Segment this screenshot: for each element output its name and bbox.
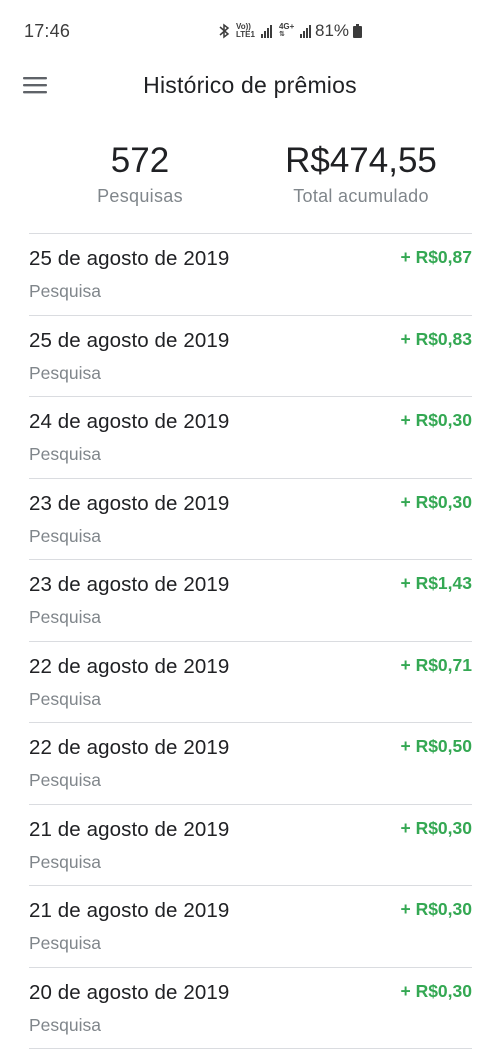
row-amount: + R$0,50 bbox=[400, 736, 472, 756]
row-type: Pesquisa bbox=[29, 688, 101, 709]
bluetooth-icon bbox=[218, 23, 230, 39]
row-date: 25 de agosto de 2019 bbox=[29, 328, 230, 352]
surveys-count: 572 bbox=[110, 141, 170, 180]
page-title: Histórico de prêmios bbox=[143, 72, 357, 98]
history-row[interactable]: 25 de agosto de 2019 Pesquisa + R$0,83 bbox=[29, 316, 472, 397]
row-date: 23 de agosto de 2019 bbox=[29, 491, 230, 515]
history-row[interactable]: 22 de agosto de 2019 Pesquisa + R$0,71 bbox=[29, 642, 472, 723]
volte-indicator: Vo)) LTE1 bbox=[236, 23, 255, 39]
row-amount: + R$0,30 bbox=[400, 980, 472, 1001]
row-date: 22 de agosto de 2019 bbox=[29, 736, 230, 759]
total-summary: R$474,55 Total acumulado bbox=[266, 140, 456, 207]
row-type: Pesquisa bbox=[29, 281, 101, 301]
network-4g-indicator: 4G+ ⇅ bbox=[279, 23, 294, 39]
lte-label: LTE1 bbox=[236, 30, 255, 39]
history-row[interactable]: 23 de agosto de 2019 Pesquisa + R$0,30 bbox=[29, 479, 472, 560]
row-amount: + R$0,30 bbox=[400, 817, 472, 838]
row-type: Pesquisa bbox=[29, 770, 101, 790]
row-amount: + R$1,43 bbox=[400, 573, 472, 593]
row-type: Pesquisa bbox=[29, 1014, 101, 1035]
rewards-history-list: 25 de agosto de 2019 Pesquisa + R$0,87 2… bbox=[29, 233, 472, 1049]
total-label: Total acumulado bbox=[293, 186, 429, 206]
battery-percent: 81% bbox=[315, 21, 350, 40]
row-type: Pesquisa bbox=[29, 933, 101, 953]
row-date: 22 de agosto de 2019 bbox=[29, 654, 230, 678]
network-4g-label: 4G+ bbox=[278, 22, 295, 31]
total-value: R$474,55 bbox=[285, 141, 437, 180]
history-row[interactable]: 24 de agosto de 2019 Pesquisa + R$0,30 bbox=[29, 397, 472, 479]
row-type: Pesquisa bbox=[29, 444, 101, 464]
row-amount: + R$0,71 bbox=[400, 654, 472, 675]
history-row[interactable]: 25 de agosto de 2019 Pesquisa + R$0,87 bbox=[29, 234, 472, 316]
row-type: Pesquisa bbox=[29, 851, 101, 872]
history-row[interactable]: 23 de agosto de 2019 Pesquisa + R$1,43 bbox=[29, 560, 472, 642]
data-arrows-icon: ⇅ bbox=[278, 31, 285, 38]
status-icons: Vo)) LTE1 4G+ ⇅ bbox=[218, 20, 312, 42]
row-date: 23 de agosto de 2019 bbox=[29, 573, 230, 596]
surveys-summary: 572 Pesquisas bbox=[60, 140, 220, 207]
row-amount: + R$0,87 bbox=[400, 247, 472, 267]
row-amount: + R$0,83 bbox=[400, 328, 472, 349]
row-amount: + R$0,30 bbox=[400, 491, 472, 512]
row-amount: + R$0,30 bbox=[400, 899, 472, 919]
history-row[interactable]: 21 de agosto de 2019 Pesquisa + R$0,30 bbox=[29, 886, 472, 968]
signal-icon bbox=[260, 24, 273, 38]
status-bar: 17:46 Vo)) LTE1 4G+ ⇅ 81% bbox=[0, 0, 500, 62]
row-date: 25 de agosto de 2019 bbox=[29, 247, 230, 270]
row-type: Pesquisa bbox=[29, 607, 101, 627]
signal-icon-2 bbox=[300, 24, 312, 38]
app-screen: 17:46 Vo)) LTE1 4G+ ⇅ 81% Histórico de p… bbox=[0, 0, 500, 1056]
row-date: 21 de agosto de 2019 bbox=[29, 899, 230, 922]
history-row[interactable]: 22 de agosto de 2019 Pesquisa + R$0,50 bbox=[29, 723, 472, 805]
history-row[interactable]: 21 de agosto de 2019 Pesquisa + R$0,30 bbox=[29, 805, 472, 886]
surveys-label: Pesquisas bbox=[97, 186, 183, 206]
row-amount: + R$0,30 bbox=[400, 410, 472, 430]
row-date: 21 de agosto de 2019 bbox=[29, 817, 230, 841]
row-type: Pesquisa bbox=[29, 525, 101, 546]
status-time: 17:46 bbox=[24, 21, 71, 41]
row-date: 20 de agosto de 2019 bbox=[29, 980, 230, 1004]
battery-icon bbox=[353, 24, 362, 38]
row-type: Pesquisa bbox=[29, 362, 101, 383]
row-date: 24 de agosto de 2019 bbox=[29, 410, 230, 433]
history-row[interactable]: 20 de agosto de 2019 Pesquisa + R$0,30 bbox=[29, 968, 472, 1049]
